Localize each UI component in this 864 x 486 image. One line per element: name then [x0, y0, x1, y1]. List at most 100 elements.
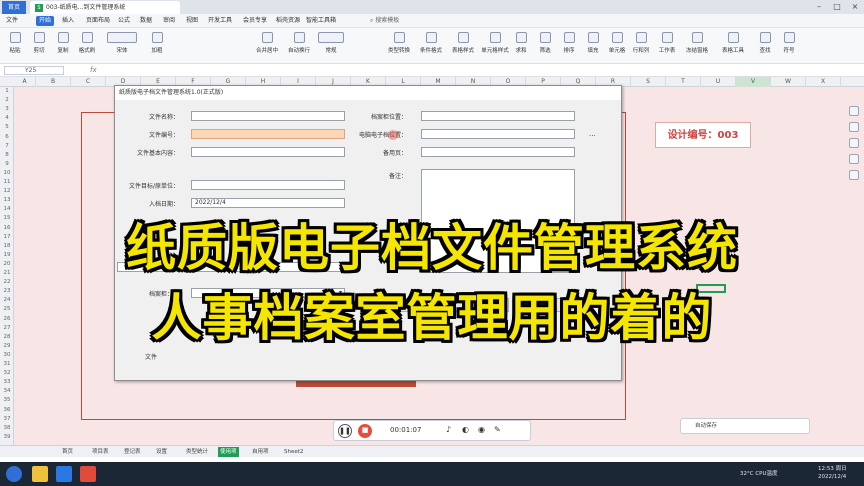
tab-home[interactable]: 首页: [2, 1, 26, 14]
table-tools-button[interactable]: 表格工具: [720, 32, 746, 60]
column-header-cell[interactable]: S: [631, 77, 666, 87]
cell-style-button[interactable]: 单元格样式: [480, 32, 510, 60]
sheet-tab[interactable]: 使用项: [218, 447, 239, 457]
sort-button[interactable]: 排序: [558, 32, 580, 60]
menu-file[interactable]: 文件: [6, 16, 18, 26]
side-select-icon[interactable]: [849, 106, 859, 116]
column-header-cell[interactable]: V: [736, 77, 771, 87]
row-header-cell[interactable]: 1: [0, 87, 14, 96]
row-header-cell[interactable]: 2: [0, 96, 14, 105]
bold-button[interactable]: 加粗: [146, 32, 168, 60]
search-box[interactable]: ⌕ 搜索模板: [370, 16, 399, 26]
row-header-cell[interactable]: 39: [0, 433, 14, 442]
merge-center-button[interactable]: 合并居中: [252, 32, 282, 60]
row-header-cell[interactable]: 11: [0, 178, 14, 187]
row-header-cell[interactable]: 35: [0, 396, 14, 405]
paste-button[interactable]: 粘贴: [4, 32, 26, 60]
fill-button[interactable]: 填充: [582, 32, 604, 60]
side-chart-icon[interactable]: [849, 154, 859, 164]
row-header-cell[interactable]: 32: [0, 369, 14, 378]
table-style-button[interactable]: 表格样式: [448, 32, 478, 60]
freeze-panes-button[interactable]: 冻结窗格: [684, 32, 710, 60]
sum-button[interactable]: 求和: [510, 32, 532, 60]
input-cabinet-location[interactable]: [421, 111, 575, 121]
folder-icon[interactable]: [32, 466, 48, 482]
sheet-tab[interactable]: 项目表: [90, 447, 111, 457]
wrap-text-button[interactable]: 自动换行: [284, 32, 314, 60]
row-header-cell[interactable]: 12: [0, 187, 14, 196]
row-header-cell[interactable]: 10: [0, 169, 14, 178]
find-button[interactable]: 查找: [754, 32, 776, 60]
filter-button[interactable]: 筛选: [534, 32, 556, 60]
input-file-content[interactable]: [191, 147, 345, 157]
row-header-cell[interactable]: 9: [0, 160, 14, 169]
stop-icon[interactable]: ■: [358, 424, 372, 438]
formula-input[interactable]: [108, 66, 848, 75]
type-convert-button[interactable]: 类型转换: [384, 32, 414, 60]
menu-daoke[interactable]: 稻壳资源: [276, 16, 300, 26]
sheet-tab[interactable]: 首页: [60, 447, 75, 457]
side-share-icon[interactable]: [849, 170, 859, 180]
wps-icon[interactable]: [80, 466, 96, 482]
microphone-icon[interactable]: ♪: [446, 425, 451, 434]
close-icon[interactable]: ×: [848, 1, 862, 13]
input-computer-location[interactable]: [421, 129, 575, 139]
menu-developer[interactable]: 开发工具: [208, 16, 232, 26]
row-header-cell[interactable]: 30: [0, 351, 14, 360]
camera-icon[interactable]: ◉: [478, 425, 485, 434]
row-header-cell[interactable]: 6: [0, 133, 14, 142]
row-header-cell[interactable]: 4: [0, 114, 14, 123]
input-file-number[interactable]: [191, 129, 345, 139]
sheet-tab[interactable]: 设置: [154, 447, 169, 457]
column-header-cell[interactable]: C: [71, 77, 106, 87]
input-spare-page[interactable]: [421, 147, 575, 157]
input-file-name[interactable]: [191, 111, 345, 121]
pen-icon[interactable]: ✎: [494, 425, 501, 434]
row-header-cell[interactable]: 8: [0, 151, 14, 160]
input-file-unit[interactable]: [191, 180, 345, 190]
column-header-cell[interactable]: A: [14, 77, 36, 87]
row-col-button[interactable]: 行和列: [630, 32, 652, 60]
menu-formula[interactable]: 公式: [118, 16, 130, 26]
menu-review[interactable]: 审阅: [163, 16, 175, 26]
browser-icon[interactable]: [56, 466, 72, 482]
column-header-cell[interactable]: W: [771, 77, 806, 87]
side-style-icon[interactable]: [849, 122, 859, 132]
menu-page-layout[interactable]: 页面布局: [86, 16, 110, 26]
row-header-cell[interactable]: 22: [0, 278, 14, 287]
sheet-tab[interactable]: 自用项: [250, 447, 271, 457]
row-header-cell[interactable]: 37: [0, 415, 14, 424]
sheet-tab[interactable]: 登记表: [122, 447, 143, 457]
speaker-icon[interactable]: ◐: [462, 425, 469, 434]
copy-button[interactable]: 复制: [52, 32, 74, 60]
input-entry-date[interactable]: 2022/12/4: [191, 198, 345, 208]
worksheet-button[interactable]: 工作表: [656, 32, 678, 60]
sheet-tab[interactable]: Sheet2: [282, 447, 305, 457]
menu-smart-tools[interactable]: 智能工具箱: [306, 16, 336, 26]
menu-home[interactable]: 开始: [36, 16, 55, 26]
row-header-cell[interactable]: 3: [0, 105, 14, 114]
start-icon[interactable]: [6, 466, 22, 482]
column-header-cell[interactable]: X: [806, 77, 841, 87]
tab-workbook[interactable]: S 003-纸质电...到文件管理系统: [30, 1, 180, 14]
number-format-select[interactable]: 常规: [316, 32, 346, 60]
fx-icon[interactable]: fx: [90, 66, 97, 74]
font-select[interactable]: 宋体: [104, 32, 140, 60]
name-box[interactable]: Y25: [4, 66, 64, 75]
menu-insert[interactable]: 插入: [62, 16, 74, 26]
sheet-tab[interactable]: 类型统计: [184, 447, 210, 457]
column-header-cell[interactable]: B: [36, 77, 71, 87]
menu-member[interactable]: 会员专享: [243, 16, 267, 26]
side-shape-icon[interactable]: [849, 138, 859, 148]
row-header-cell[interactable]: 38: [0, 424, 14, 433]
symbol-button[interactable]: 符号: [778, 32, 800, 60]
row-header-cell[interactable]: 33: [0, 378, 14, 387]
column-header-cell[interactable]: U: [701, 77, 736, 87]
cell-button[interactable]: 单元格: [606, 32, 628, 60]
row-header-cell[interactable]: 5: [0, 123, 14, 132]
maximize-icon[interactable]: □: [830, 1, 844, 13]
menu-view[interactable]: 视图: [186, 16, 198, 26]
row-header-cell[interactable]: 13: [0, 196, 14, 205]
pause-icon[interactable]: ❚❚: [338, 424, 352, 438]
column-header-cell[interactable]: T: [666, 77, 701, 87]
